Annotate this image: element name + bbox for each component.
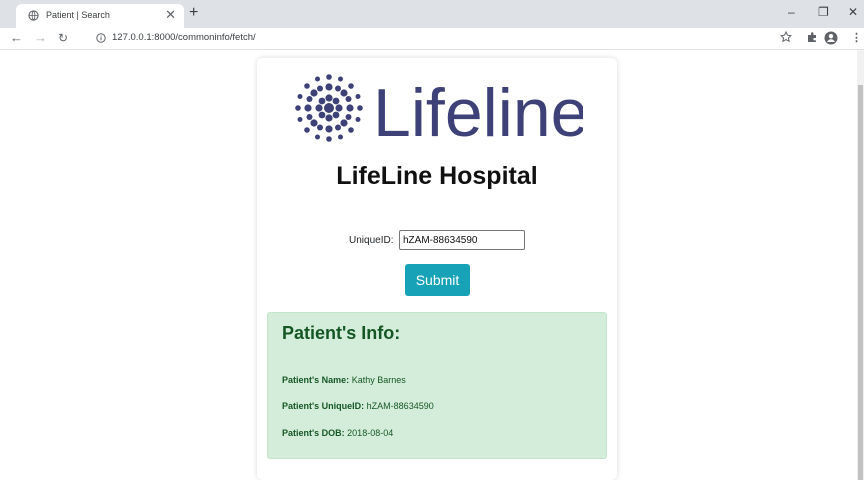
menu-icon[interactable]: ⋮	[851, 30, 862, 46]
patient-dob-value: 2018-08-04	[347, 428, 394, 438]
scrollbar-thumb[interactable]	[858, 85, 863, 480]
browser-tab[interactable]: Patient | Search ✕	[16, 4, 184, 28]
logo-text: Lifeline	[373, 75, 583, 144]
patient-dob-line: Patient's DOB: 2018-08-04	[282, 428, 393, 438]
hospital-name: LifeLine Hospital	[336, 162, 538, 190]
uid-input[interactable]	[399, 230, 525, 250]
site-info-icon[interactable]	[96, 33, 106, 43]
new-tab-icon[interactable]: +	[189, 3, 198, 23]
patient-info-box: Patient's Info: Patient's Name: Kathy Ba…	[267, 312, 607, 459]
lifeline-logo: Lifeline	[295, 74, 583, 144]
restore-icon[interactable]: ❐	[818, 4, 829, 20]
dotted-circle-icon	[295, 74, 363, 142]
address-bar[interactable]: 127.0.0.1:8000/commoninfo/fetch/	[112, 32, 256, 43]
browser-toolbar: ← → ↻ 127.0.0.1:8000/commoninfo/fetch/ ⋮	[0, 28, 864, 50]
globe-icon	[28, 10, 39, 21]
back-icon[interactable]: ←	[10, 30, 23, 46]
patient-name-line: Patient's Name: Kathy Barnes	[282, 375, 406, 385]
search-card: Lifeline LifeLine Hospital UniqueID: Sub…	[257, 58, 617, 480]
patient-info-title: Patient's Info:	[282, 323, 401, 343]
submit-button[interactable]: Submit	[405, 264, 470, 296]
tab-close-icon[interactable]: ✕	[165, 7, 176, 23]
extensions-icon[interactable]	[806, 31, 818, 43]
patient-uid-label: Patient's UniqueID:	[282, 401, 365, 411]
forward-icon[interactable]: →	[34, 30, 47, 46]
patient-name-value: Kathy Barnes	[351, 375, 406, 385]
browser-tab-bar: Patient | Search ✕ + – ❐ ✕	[0, 0, 864, 28]
reload-icon[interactable]: ↻	[58, 30, 68, 46]
patient-uid-line: Patient's UniqueID: hZAM-88634590	[282, 401, 434, 411]
patient-name-label: Patient's Name:	[282, 375, 350, 385]
patient-dob-label: Patient's DOB:	[282, 428, 345, 438]
uid-label: UniqueID:	[349, 235, 394, 246]
tab-title: Patient | Search	[46, 10, 110, 20]
star-icon[interactable]	[780, 31, 792, 43]
profile-icon[interactable]	[824, 31, 838, 45]
vertical-scrollbar[interactable]	[857, 50, 864, 480]
minimize-icon[interactable]: –	[788, 4, 795, 20]
close-window-icon[interactable]: ✕	[848, 4, 858, 20]
patient-uid-value: hZAM-88634590	[366, 401, 434, 411]
